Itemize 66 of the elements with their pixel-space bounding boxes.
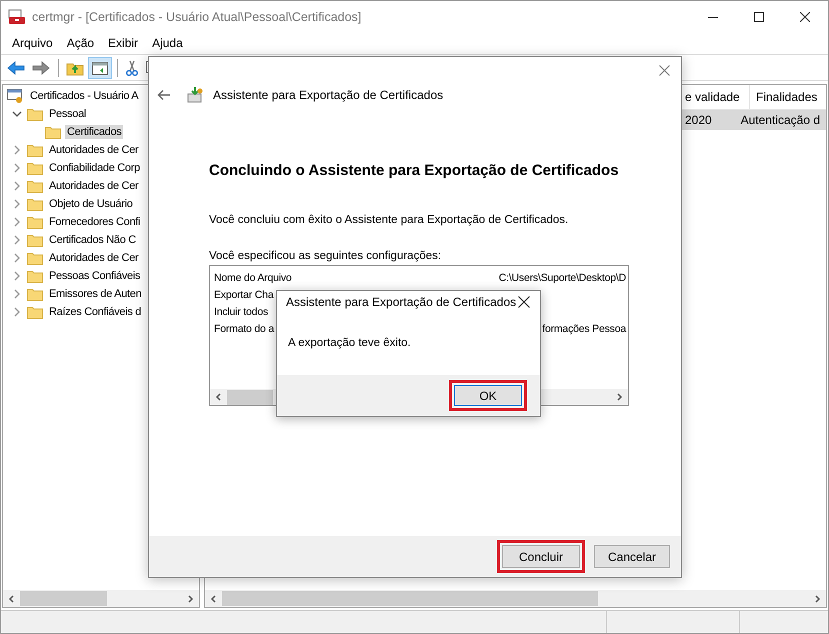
tree-item[interactable]: Objeto de Usuário xyxy=(47,197,135,211)
toolbar-button[interactable] xyxy=(88,56,112,78)
tree-item[interactable]: Emissores de Auten xyxy=(47,287,144,301)
horizontal-scrollbar[interactable] xyxy=(3,590,199,607)
tree-item[interactable]: Pessoas Confiáveis xyxy=(47,269,142,283)
setting-value: formações Pessoa xyxy=(542,322,626,334)
column-header[interactable]: e validade xyxy=(683,85,750,109)
setting-name: Formato do a xyxy=(214,322,274,334)
setting-value: C:\Users\Suporte\Desktop\D xyxy=(498,272,626,284)
folder-icon xyxy=(45,125,61,139)
back-arrow-icon xyxy=(7,60,25,76)
dialog-title: Assistente para Exportação de Certificados xyxy=(213,88,444,102)
column-header[interactable]: Finalidades xyxy=(750,85,824,109)
table-cell-text: 2020 xyxy=(684,113,713,127)
tree-item[interactable]: Certificados xyxy=(65,125,124,139)
folder-icon xyxy=(27,215,43,229)
menu-item[interactable]: Ajuda xyxy=(145,36,190,50)
settings-label: Você especificou as seguintes configurações: xyxy=(209,250,442,262)
folder-icon xyxy=(27,305,43,319)
tree-item[interactable]: Fornecedores Confi xyxy=(47,215,142,229)
certificate-export-icon xyxy=(186,86,204,104)
tree-item[interactable]: Certificados Não C xyxy=(47,233,138,247)
back-arrow-icon[interactable] xyxy=(157,89,171,101)
scrollbar-thumb[interactable] xyxy=(227,390,274,404)
tree-item[interactable]: Autoridades de Cer xyxy=(47,251,140,265)
window-title: certmgr - [Certificados - Usuário Atual\Pessoal\Certificados] xyxy=(32,10,362,24)
ok-button[interactable]: OK xyxy=(449,380,527,411)
tree-item[interactable]: Autoridades de Cer xyxy=(47,143,140,157)
tree-item[interactable]: Pessoal xyxy=(47,107,88,121)
certificate-store-icon xyxy=(7,88,24,104)
folder-icon xyxy=(27,143,43,157)
forward-arrow-icon xyxy=(32,60,50,76)
folder-icon xyxy=(27,233,43,247)
scissors-icon xyxy=(125,60,139,76)
dialog-button[interactable]: Concluir xyxy=(497,540,585,573)
horizontal-scrollbar[interactable] xyxy=(205,590,826,607)
scrollbar-thumb[interactable] xyxy=(20,591,108,606)
folder-icon xyxy=(27,197,43,211)
setting-name: Incluir todos xyxy=(214,306,268,318)
folder-icon xyxy=(27,251,43,265)
setting-name: Exportar Cha xyxy=(214,288,274,300)
folder-icon xyxy=(27,269,43,283)
folder-icon xyxy=(27,107,43,121)
menu-item[interactable]: Ação xyxy=(60,36,102,50)
tree-item[interactable]: Raízes Confiáveis d xyxy=(47,305,144,319)
completion-message: Você concluiu com êxito o Assistente para Exportação de Certificados. xyxy=(209,214,570,226)
folder-icon xyxy=(27,179,43,193)
menu-item[interactable]: Arquivo xyxy=(5,36,60,50)
toolbox-icon xyxy=(8,8,26,24)
table-cell-text: Autenticação d xyxy=(740,113,821,127)
close-button[interactable] xyxy=(516,294,532,310)
message-text: A exportação teve êxito. xyxy=(288,337,411,349)
wizard-heading: Concluindo o Assistente para Exportação de Certificados xyxy=(209,162,620,179)
folder-icon xyxy=(27,161,43,175)
folder-icon xyxy=(27,287,43,301)
dialog-button[interactable]: Cancelar xyxy=(594,545,670,568)
dialog-title: Assistente para Exportação de Certificados xyxy=(286,295,516,309)
tree-item[interactable]: Autoridades de Cer xyxy=(47,179,140,193)
close-icon xyxy=(800,12,810,22)
setting-name: Nome do Arquivo xyxy=(214,272,292,284)
console-tree-icon xyxy=(91,60,109,76)
tree-item[interactable]: Confiabilidade Corp xyxy=(47,161,142,175)
scrollbar-thumb[interactable] xyxy=(222,591,598,606)
tree-item[interactable]: Certificados - Usuário A xyxy=(28,89,140,103)
maximize-icon xyxy=(754,12,764,22)
menu-item[interactable]: Exibir xyxy=(101,36,146,50)
